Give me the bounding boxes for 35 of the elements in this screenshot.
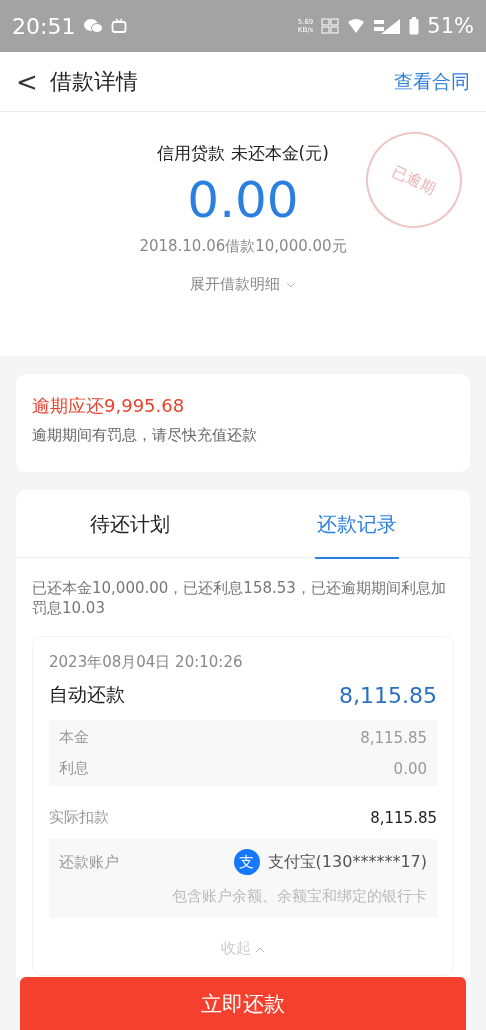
page-title: 借款详情 xyxy=(49,67,138,96)
account-name: 支付宝(130******17) xyxy=(267,851,427,873)
pay-now-button[interactable]: 立即还款 xyxy=(20,977,466,1030)
repaid-summary: 已还本金10,000.00，已还利息158.53，已还逾期期间利息加罚息10.03 xyxy=(32,578,447,618)
chevron-up-icon xyxy=(255,947,266,953)
battery-icon xyxy=(409,17,420,35)
tv-icon xyxy=(111,18,128,34)
signal-icon xyxy=(373,17,402,35)
chevron-down-icon xyxy=(286,281,296,288)
deducted-value: 8,115.85 xyxy=(370,808,437,827)
status-time: 20:51 xyxy=(12,13,76,39)
breakdown-label: 本金 xyxy=(59,728,89,747)
account-label: 还款账户 xyxy=(59,852,119,872)
tab[interactable]: 待还计划 xyxy=(16,490,243,557)
battery-level: 51% xyxy=(427,14,474,38)
record-type: 自动还款 xyxy=(49,682,125,707)
alipay-icon: 支 xyxy=(233,849,260,875)
breakdown-label: 利息 xyxy=(59,759,89,778)
view-contract-link[interactable]: 查看合同 xyxy=(394,68,470,95)
deducted-label: 实际扣款 xyxy=(49,808,109,827)
breakdown-value: 0.00 xyxy=(393,759,427,778)
principal-amount: 0.00 xyxy=(187,171,299,229)
chat-icon xyxy=(83,18,104,34)
wifi-icon xyxy=(347,18,366,34)
breakdown-value: 8,115.85 xyxy=(360,728,427,747)
overdue-note: 逾期期间有罚息，请尽快充值还款 xyxy=(32,426,258,445)
expand-details-button[interactable]: 展开借款明细 xyxy=(184,274,302,295)
account-note: 包含账户余额、余额宝和绑定的银行卡 xyxy=(172,887,427,906)
overdue-amount: 逾期应还9,995.68 xyxy=(32,394,186,418)
loan-info: 2018.10.06借款10,000.00元 xyxy=(139,237,347,256)
record-amount: 8,115.85 xyxy=(339,682,437,708)
back-button[interactable]: < xyxy=(16,66,50,97)
tab[interactable]: 还款记录 xyxy=(243,490,470,557)
principal-label: 信用贷款 未还本金(元) xyxy=(157,142,329,165)
record-datetime: 2023年08月04日 20:10:26 xyxy=(49,653,244,672)
